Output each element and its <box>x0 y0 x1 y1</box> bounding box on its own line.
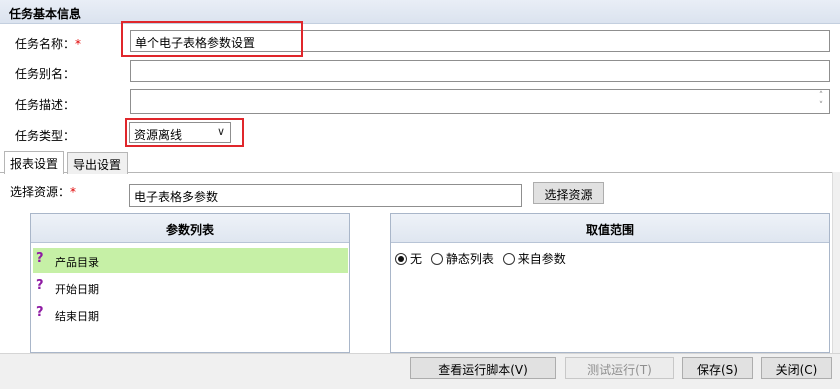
radio-none[interactable]: 无 <box>395 250 422 267</box>
value-range-header: 取值范围 <box>391 214 829 243</box>
resource-input[interactable]: 电子表格多参数 <box>129 184 522 207</box>
radio-button-icon[interactable] <box>502 253 515 265</box>
resource-label: 选择资源：* <box>10 185 77 199</box>
value-range-options: 无 静态列表 来自参数 <box>395 250 571 267</box>
highlight-box-task-name <box>121 21 303 57</box>
question-icon: ? <box>36 305 44 320</box>
value-range-panel: 取值范围 无 静态列表 来自参数 <box>390 213 830 353</box>
highlight-box-task-type <box>125 118 244 147</box>
radio-button-icon[interactable] <box>395 253 407 265</box>
param-item-start-date[interactable]: ? 开始日期 <box>33 275 348 300</box>
radio-label: 静态列表 <box>445 252 494 266</box>
required-mark: * <box>70 185 77 199</box>
task-type-label: 任务类型： <box>15 129 76 143</box>
tab-export-settings[interactable]: 导出设置 <box>67 152 128 174</box>
save-button[interactable]: 保存(S) <box>682 357 753 379</box>
task-name-label: 任务名称：* <box>15 37 82 51</box>
radio-from-param[interactable]: 来自参数 <box>502 250 566 267</box>
param-item-label: 开始日期 <box>55 283 99 296</box>
right-scroll-track[interactable] <box>832 172 840 353</box>
scroll-down-icon[interactable]: ˅ <box>815 101 827 111</box>
param-list-panel: 参数列表 ? 产品目录 ? 开始日期 ? 结束日期 <box>30 213 350 353</box>
task-desc-textarea[interactable]: ˄ ˅ <box>130 89 830 114</box>
radio-label: 来自参数 <box>517 252 566 266</box>
close-button[interactable]: 关闭(C) <box>761 357 832 379</box>
test-run-button[interactable]: 测试运行(T) <box>565 357 674 379</box>
required-mark: * <box>75 37 82 51</box>
param-list-header: 参数列表 <box>31 214 349 243</box>
select-resource-button[interactable]: 选择资源 <box>533 182 604 204</box>
param-item-end-date[interactable]: ? 结束日期 <box>33 302 348 327</box>
view-script-button[interactable]: 查看运行脚本(V) <box>410 357 556 379</box>
task-alias-label: 任务别名： <box>15 67 76 81</box>
radio-static-list[interactable]: 静态列表 <box>430 250 494 267</box>
textarea-scroll-arrows[interactable]: ˄ ˅ <box>815 91 827 113</box>
param-item-label: 结束日期 <box>55 310 99 323</box>
scroll-up-icon[interactable]: ˄ <box>815 91 827 101</box>
task-desc-label: 任务描述： <box>15 98 76 112</box>
tab-report-settings[interactable]: 报表设置 <box>4 151 64 174</box>
radio-label: 无 <box>410 252 423 266</box>
radio-button-icon[interactable] <box>430 253 443 265</box>
task-alias-input[interactable] <box>130 60 830 82</box>
question-icon: ? <box>36 278 44 293</box>
param-item-label: 产品目录 <box>55 256 99 269</box>
question-icon: ? <box>36 251 44 266</box>
param-item-product-catalog[interactable]: ? 产品目录 <box>33 248 348 273</box>
